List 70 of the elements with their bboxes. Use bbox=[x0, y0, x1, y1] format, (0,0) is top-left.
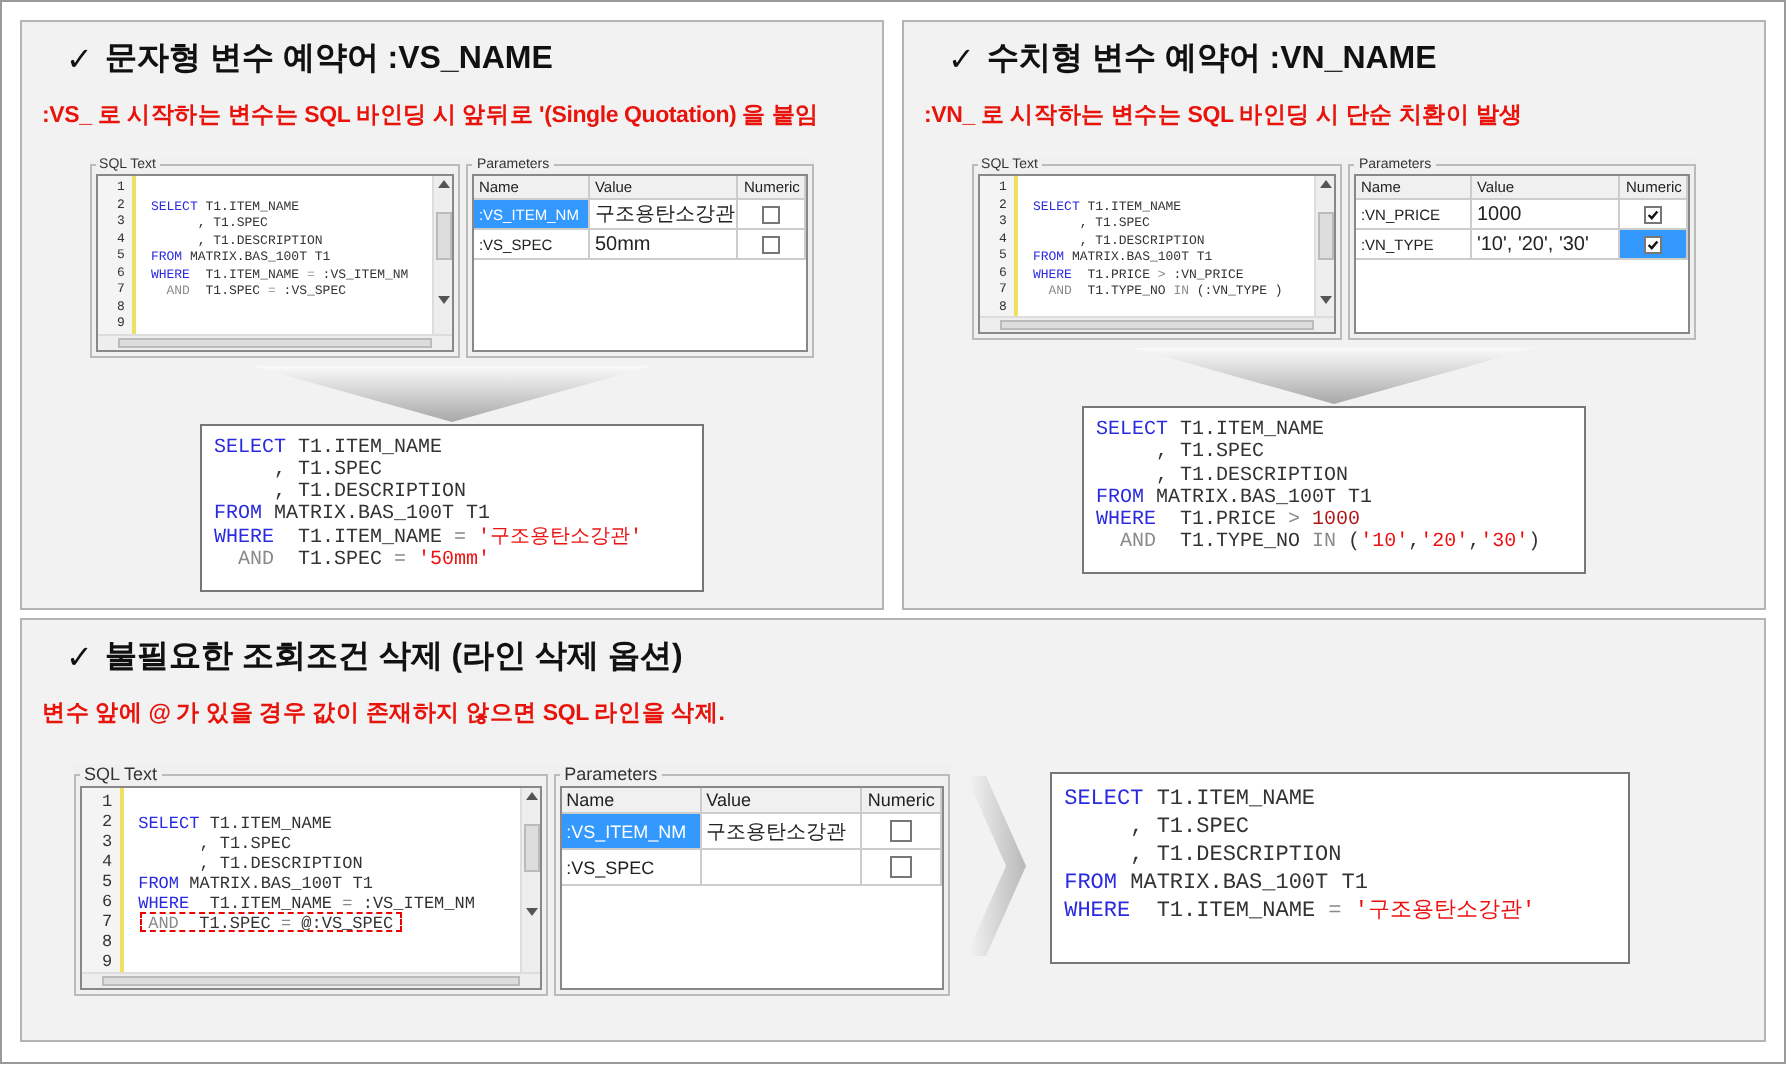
code-line: FROM MATRIX.BAS_100T T1 bbox=[214, 504, 493, 527]
code-line: WHERE T1.ITEM_NAME = :VS_ITEM_NM bbox=[136, 892, 477, 912]
line-number: 3 bbox=[102, 832, 113, 852]
group-label: Parameters bbox=[562, 764, 660, 784]
table-cell[interactable] bbox=[862, 850, 943, 886]
table-cell[interactable] bbox=[862, 814, 943, 850]
table-cell[interactable]: 1000 bbox=[1472, 200, 1621, 230]
section-title: 불필요한 조회조건 삭제 (라인 삭제 옵션) bbox=[104, 638, 683, 678]
line-number: 4 bbox=[102, 852, 113, 872]
section-note: :VS_ 로 시작하는 변수는 SQL 바인딩 시 앞뒤로 '(Single Quotation) 을 붙임 bbox=[42, 102, 822, 130]
section-title: 수치형 변수 예약어 :VN_NAME bbox=[986, 40, 1437, 80]
table-cell[interactable]: :VS_SPEC bbox=[562, 850, 703, 886]
code-line: SELECT T1.ITEM_NAME bbox=[1096, 420, 1327, 442]
checkbox[interactable] bbox=[890, 820, 913, 842]
code-line: AND T1.SPEC = '50mm' bbox=[236, 549, 493, 573]
horizontal-scrollbar[interactable] bbox=[979, 316, 1335, 332]
horizontal-scrollbar[interactable] bbox=[97, 333, 453, 349]
check-mark: ✓ bbox=[66, 639, 93, 677]
vertical-scrollbar[interactable] bbox=[1314, 176, 1335, 316]
vertical-scrollbar[interactable] bbox=[432, 176, 453, 333]
code-line: SELECT T1.ITEM_NAME bbox=[136, 812, 335, 832]
checkbox[interactable] bbox=[1644, 235, 1663, 253]
checkbox[interactable] bbox=[762, 235, 781, 253]
column-header[interactable]: Value bbox=[702, 788, 863, 814]
code-line: , T1.SPEC bbox=[1128, 814, 1252, 842]
code-line: FROM MATRIX.BAS_100T T1 bbox=[1096, 487, 1375, 510]
check-mark: ✓ bbox=[948, 41, 975, 79]
table-cell[interactable] bbox=[702, 850, 863, 886]
code-line: , T1.DESCRIPTION bbox=[1128, 842, 1344, 870]
line-number: 2 bbox=[102, 812, 113, 832]
line-number: 1 bbox=[102, 792, 113, 812]
down-arrow-icon bbox=[1134, 348, 1534, 404]
code-line: , T1.DESCRIPTION bbox=[197, 852, 365, 872]
table-cell[interactable]: 구조용탄소강관 bbox=[702, 814, 863, 850]
code-line: , T1.SPEC bbox=[272, 459, 385, 482]
line-number: 7 bbox=[102, 912, 113, 932]
code-line: AND T1.TYPE_NO IN ('10','20','30') bbox=[1118, 532, 1543, 556]
code-line: SELECT T1.ITEM_NAME bbox=[214, 437, 445, 460]
column-header[interactable]: Name bbox=[562, 788, 703, 814]
line-number: 5 bbox=[102, 872, 113, 892]
code-line: , T1.DESCRIPTION bbox=[272, 482, 467, 505]
code-line: WHERE T1.ITEM_NAME = '구조용탄소강관' bbox=[1064, 898, 1538, 926]
check-mark: ✓ bbox=[66, 41, 93, 79]
group-label: SQL Text bbox=[82, 764, 160, 784]
column-header[interactable]: Numeric bbox=[862, 788, 943, 814]
table-cell[interactable]: 구조용탄소강관 bbox=[590, 200, 739, 230]
code-line: FROM MATRIX.BAS_100T T1 bbox=[1064, 870, 1370, 898]
line-number: 8 bbox=[102, 932, 113, 952]
horizontal-scrollbar[interactable] bbox=[82, 972, 541, 988]
checkbox[interactable] bbox=[762, 205, 781, 223]
vertical-scrollbar[interactable] bbox=[520, 788, 541, 972]
table-cell[interactable] bbox=[738, 200, 807, 230]
down-arrow-icon bbox=[252, 365, 652, 421]
checkbox[interactable] bbox=[890, 856, 913, 878]
section-note: 변수 앞에 @ 가 있을 경우 값이 존재하지 않으면 SQL 라인을 삭제. bbox=[42, 700, 727, 728]
line-number: 6 bbox=[102, 892, 113, 912]
code-line: WHERE T1.ITEM_NAME = '구조용탄소강관' bbox=[214, 527, 645, 550]
section-note: :VN_ 로 시작하는 변수는 SQL 바인딩 시 단순 치환이 발생 bbox=[924, 102, 1525, 130]
table-cell[interactable] bbox=[738, 230, 807, 260]
code-line: , T1.DESCRIPTION bbox=[1154, 465, 1351, 488]
code-line: , T1.SPEC bbox=[1154, 442, 1267, 466]
code-line: , T1.SPEC bbox=[197, 832, 294, 852]
table-cell[interactable]: 50mm bbox=[590, 230, 739, 260]
code-line: FROM MATRIX.BAS_100T T1 bbox=[136, 872, 375, 892]
line-number: 9 bbox=[102, 952, 113, 972]
section-title: 문자형 변수 예약어 :VS_NAME bbox=[104, 40, 553, 80]
code-line: SELECT T1.ITEM_NAME bbox=[1064, 786, 1318, 814]
checkbox[interactable] bbox=[1644, 205, 1663, 223]
table-cell[interactable] bbox=[1620, 230, 1689, 260]
code-line: WHERE T1.PRICE > 1000 bbox=[1096, 510, 1363, 533]
